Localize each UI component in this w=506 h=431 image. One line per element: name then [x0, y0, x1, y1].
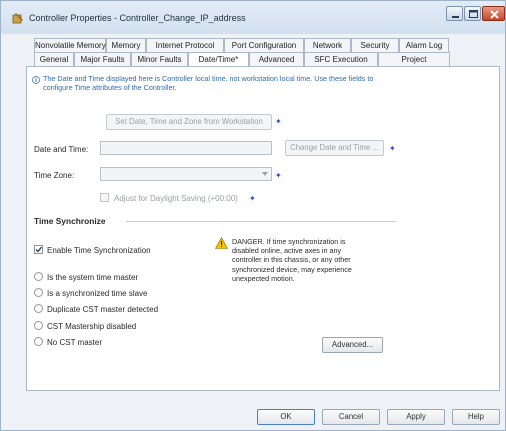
date-time-label: Date and Time:: [34, 145, 89, 154]
tab-label: Nonvolatile Memory: [35, 41, 106, 50]
radio-cst-mastership-disabled[interactable]: [34, 321, 43, 330]
tab-general[interactable]: General: [34, 52, 74, 66]
button-label: Apply: [406, 412, 426, 421]
apply-button[interactable]: Apply: [387, 409, 445, 425]
set-from-workstation-button[interactable]: Set Date, Time and Zone from Workstation: [106, 114, 272, 130]
tab-label: Port Configuration: [231, 41, 297, 50]
radio-no-cst-master[interactable]: [34, 337, 43, 346]
daylight-saving-checkbox[interactable]: [100, 193, 109, 202]
help-button[interactable]: Help: [452, 409, 500, 425]
button-label: Help: [467, 412, 485, 421]
radio-label: No CST master: [47, 338, 102, 347]
tab-internet-protocol[interactable]: Internet Protocol: [146, 38, 224, 52]
checkmark-icon: [35, 246, 43, 253]
radio-label: Duplicate CST master detected: [47, 305, 159, 314]
button-label: OK: [280, 412, 292, 421]
radio-synchronized-slave[interactable]: [34, 288, 43, 297]
section-divider: [126, 221, 396, 222]
chevron-down-icon: [262, 172, 268, 176]
minimize-icon: [452, 16, 459, 18]
tab-project[interactable]: Project: [378, 52, 450, 66]
tab-label: Alarm Log: [405, 41, 443, 50]
time-zone-select[interactable]: [100, 167, 272, 181]
close-icon: [490, 10, 499, 19]
minimize-button[interactable]: [446, 6, 463, 21]
tab-label: Advanced: [258, 55, 295, 64]
tab-label: Network: [312, 41, 343, 50]
tab-sfc-execution[interactable]: SFC Execution: [304, 52, 378, 66]
tab-label: Minor Faults: [137, 55, 182, 64]
controller-properties-window: Controller Properties - Controller_Chang…: [0, 0, 506, 431]
daylight-saving-label: Adjust for Daylight Saving (+00:00): [114, 194, 238, 203]
close-button[interactable]: [482, 6, 505, 21]
window-title: Controller Properties - Controller_Chang…: [29, 13, 246, 23]
tab-nonvolatile-memory[interactable]: Nonvolatile Memory: [34, 38, 106, 52]
advanced-button[interactable]: Advanced...: [322, 337, 383, 353]
button-label: Advanced...: [331, 340, 374, 349]
tab-security[interactable]: Security: [351, 38, 399, 52]
tab-label: Memory: [111, 41, 141, 50]
time-sync-title: Time Synchronize: [34, 216, 106, 226]
tab-date-time[interactable]: Date/Time*: [188, 52, 249, 66]
tab-major-faults[interactable]: Major Faults: [74, 52, 131, 66]
tab-label: General: [39, 55, 69, 64]
maximize-button[interactable]: [464, 6, 481, 21]
enable-time-sync-checkbox[interactable]: [34, 245, 43, 254]
danger-warning-text: DANGER. If time synchronization is disab…: [232, 237, 352, 283]
dst-star-icon: ✦: [249, 194, 256, 203]
tab-alarm-log[interactable]: Alarm Log: [399, 38, 449, 52]
button-label: Cancel: [338, 412, 364, 421]
tab-network[interactable]: Network: [304, 38, 351, 52]
cancel-button[interactable]: Cancel: [322, 409, 380, 425]
date-time-star-icon: ✦: [389, 144, 396, 153]
title-bar[interactable]: Controller Properties - Controller_Chang…: [1, 1, 505, 34]
tab-minor-faults[interactable]: Minor Faults: [131, 52, 188, 66]
tab-label: Security: [360, 41, 390, 50]
tab-label: Date/Time*: [198, 55, 239, 64]
maximize-icon: [469, 10, 478, 18]
button-label: Set Date, Time and Zone from Workstation: [115, 117, 263, 126]
radio-label: Is a synchronized time slave: [47, 289, 148, 298]
tab-port-configuration[interactable]: Port Configuration: [224, 38, 304, 52]
radio-duplicate-cst-master[interactable]: [34, 304, 43, 313]
button-label: Change Date and Time ...: [290, 143, 379, 152]
tab-memory[interactable]: Memory: [106, 38, 146, 52]
change-date-time-button[interactable]: Change Date and Time ...: [285, 140, 384, 156]
set-workstation-star-icon: ✦: [275, 117, 282, 126]
tab-label: Internet Protocol: [155, 41, 215, 50]
tab-label: SFC Execution: [314, 55, 368, 64]
info-text: The Date and Time displayed here is Cont…: [43, 74, 374, 92]
radio-label: CST Mastership disabled: [47, 322, 137, 331]
tab-label: Project: [401, 55, 427, 64]
ok-button[interactable]: OK: [257, 409, 315, 425]
radio-system-time-master[interactable]: [34, 272, 43, 281]
tab-advanced[interactable]: Advanced: [249, 52, 304, 66]
tab-label: Major Faults: [80, 55, 125, 64]
info-icon: [32, 76, 40, 84]
date-time-field[interactable]: [100, 141, 272, 155]
warning-icon: [215, 237, 228, 249]
enable-time-sync-label: Enable Time Synchronization: [47, 246, 151, 255]
time-zone-star-icon: ✦: [275, 171, 282, 180]
time-zone-label: Time Zone:: [34, 171, 75, 180]
app-icon: [12, 13, 23, 24]
radio-label: Is the system time master: [47, 273, 139, 282]
